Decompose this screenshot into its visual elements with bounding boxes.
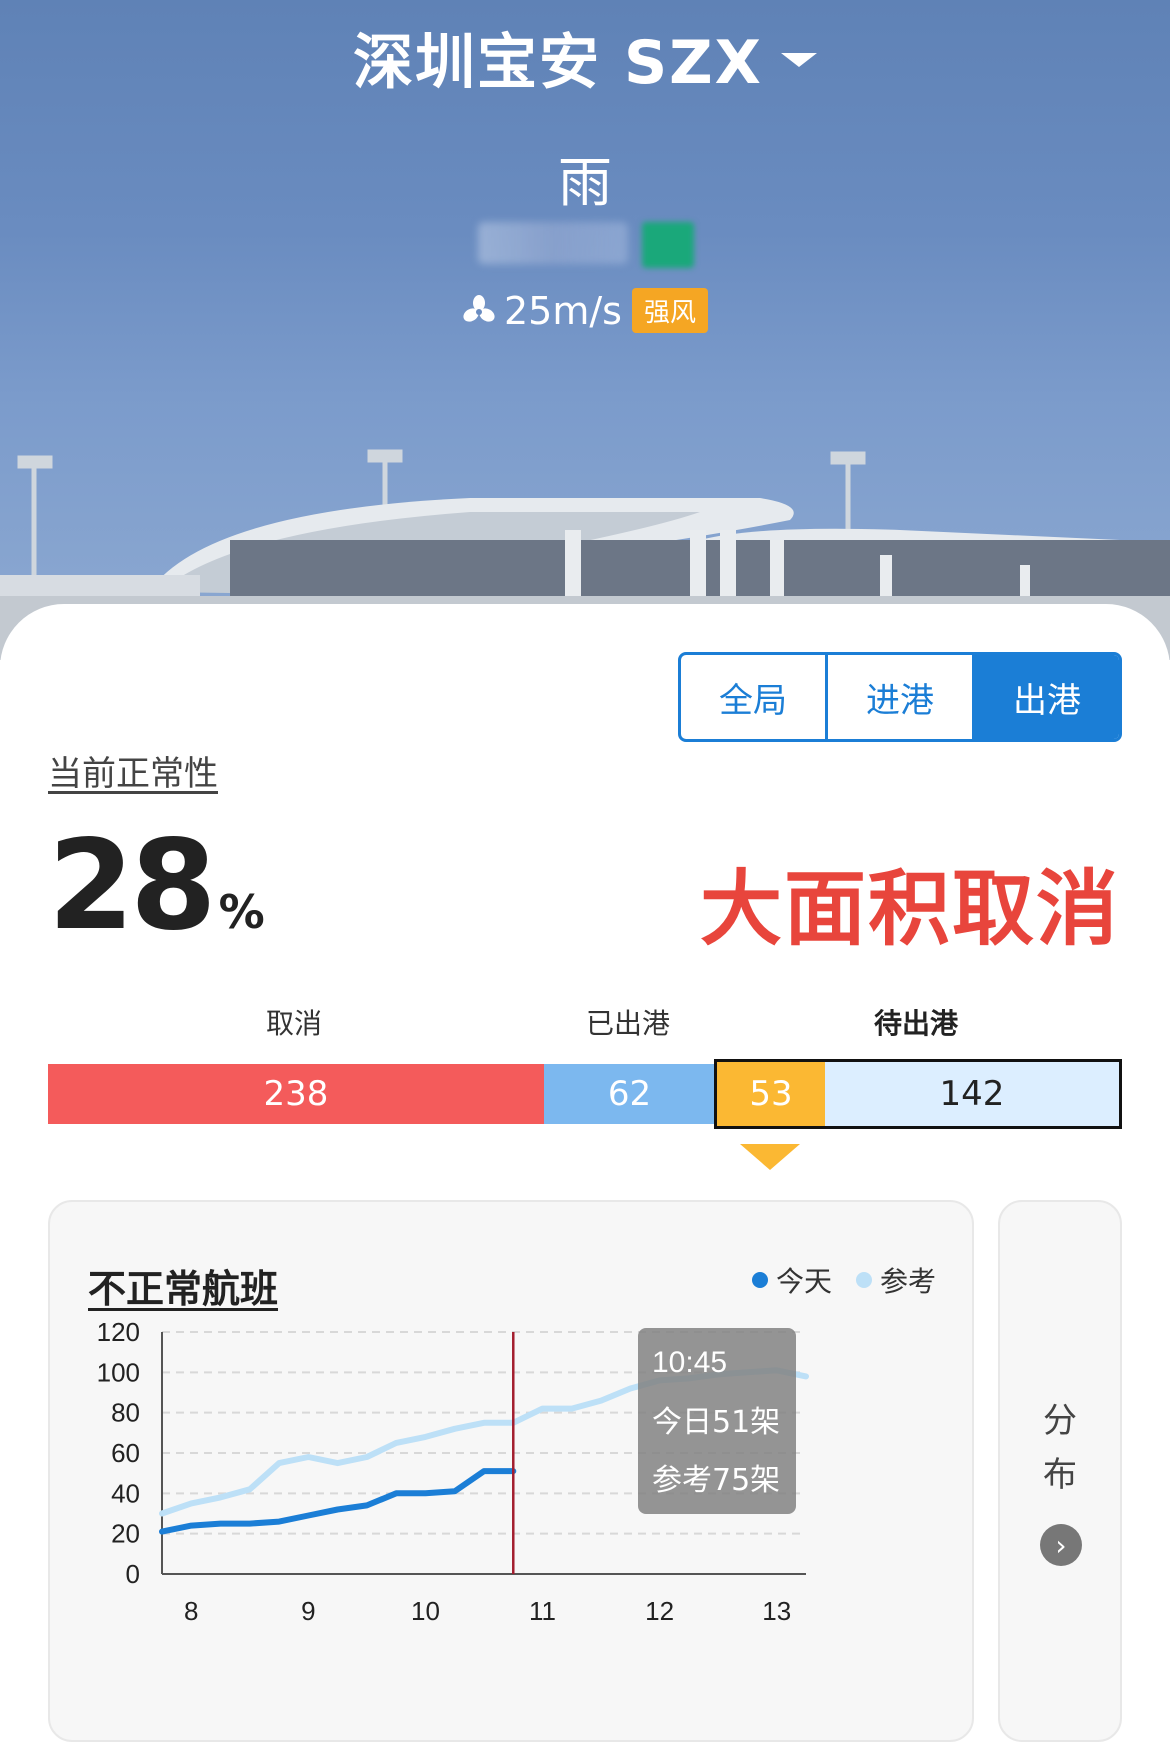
x-tick-label: 9 (301, 1596, 315, 1626)
cancelled-label: 取消 (266, 1007, 323, 1040)
weather-condition: 雨 (558, 151, 612, 214)
stats-card: 全局 进港 出港 当前正常性 28% 大面积取消 取消 已出港 待出港 238 … (0, 604, 1170, 1762)
x-tick-label: 11 (529, 1596, 556, 1626)
delayed-count[interactable]: 53 (717, 1062, 825, 1126)
x-tick-label: 8 (184, 1596, 198, 1626)
ontime-rate: 28% (48, 814, 265, 958)
chevron-right-icon[interactable]: › (1040, 1524, 1082, 1566)
y-tick-label: 40 (111, 1478, 140, 1508)
wind-badge: 强风 (631, 288, 708, 333)
departed-count[interactable]: 62 (544, 1064, 715, 1124)
ontime-value: 28 (48, 814, 217, 958)
fan-icon (463, 294, 495, 322)
abnormal-flights-chart-card: 不正常航班 今天 参考 120 100 80 60 40 20 0 8 9 10 11 12 13 10:… (48, 1200, 974, 1742)
redacted-info (478, 222, 628, 264)
x-tick-label: 13 (762, 1596, 791, 1626)
y-tick-label: 20 (111, 1519, 140, 1549)
direction-tabs: 全局 进港 出港 (678, 652, 1122, 742)
ontime-label[interactable]: 当前正常性 (48, 746, 218, 795)
pending-label: 待出港 (874, 1007, 959, 1040)
pending-count[interactable]: 142 (825, 1062, 1119, 1126)
tooltip-today: 今日51架 (652, 1405, 780, 1440)
x-tick-label: 10 (411, 1596, 440, 1626)
y-tick-label: 0 (126, 1559, 140, 1589)
selection-pointer (740, 1144, 800, 1170)
departed-label: 已出港 (586, 1007, 671, 1040)
ontime-unit: % (218, 885, 265, 939)
tab-overall[interactable]: 全局 (681, 655, 825, 739)
airport-selector[interactable]: 深圳宝安 SZX (0, 14, 1170, 101)
tab-departures[interactable]: 出港 (972, 655, 1119, 739)
cancelled-count[interactable]: 238 (48, 1064, 544, 1124)
y-tick-label: 80 (111, 1398, 140, 1428)
wind-speed: 25m/s (504, 288, 622, 333)
distribution-label: 分 布 (1043, 1401, 1077, 1495)
redacted-badge (642, 222, 694, 268)
x-tick-label: 12 (645, 1596, 674, 1626)
distribution-panel[interactable]: 分 布 › (998, 1200, 1122, 1742)
line-chart[interactable]: 120 100 80 60 40 20 0 8 9 10 11 12 13 10:45 今日51架参考75架 (50, 1202, 976, 1744)
y-tick-label: 60 (111, 1438, 140, 1468)
status-text: 大面积取消 (699, 862, 1120, 957)
y-tick-label: 120 (97, 1317, 140, 1347)
pending-group[interactable]: 53 142 (714, 1059, 1122, 1129)
y-tick-label: 100 (97, 1357, 140, 1387)
wind-info: 25m/s 强风 (0, 288, 1170, 333)
caret-down-icon (780, 53, 817, 68)
airport-title: 深圳宝安 SZX (353, 28, 763, 98)
airport-hero: 深圳宝安 SZX 雨 25m/s 强风 (0, 0, 1170, 660)
tooltip-reference: 参考75架 (652, 1463, 780, 1498)
tab-arrivals[interactable]: 进港 (825, 655, 972, 739)
tooltip-time: 10:45 (652, 1346, 727, 1379)
